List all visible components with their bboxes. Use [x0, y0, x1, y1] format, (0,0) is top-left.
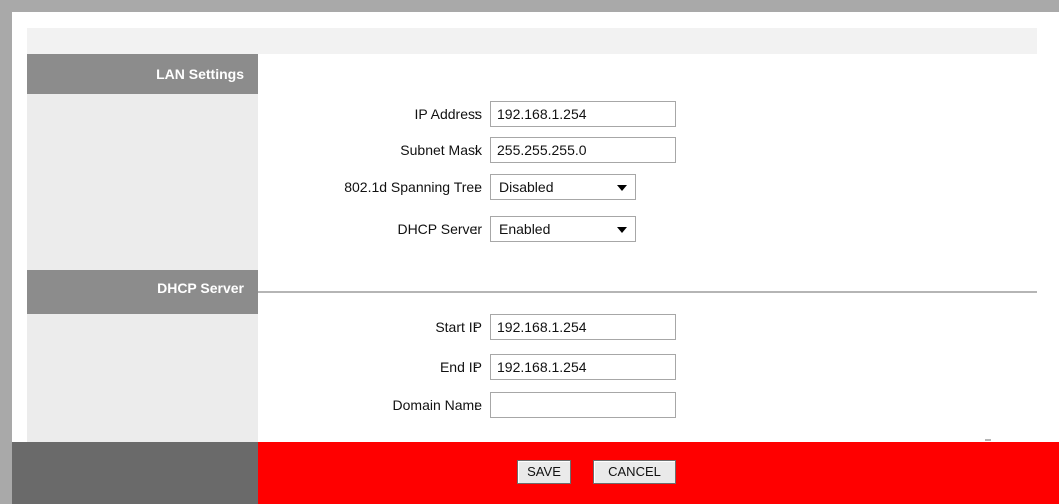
domain-name-row: Domain Name :: [258, 390, 1058, 420]
chevron-down-icon: [617, 185, 627, 191]
chevron-down-icon: [617, 227, 627, 233]
colon: :: [474, 221, 478, 237]
colon: :: [474, 142, 478, 158]
window-left-border: [0, 0, 12, 504]
start-ip-input[interactable]: [490, 314, 676, 340]
colon: :: [474, 319, 478, 335]
header-strip: [27, 28, 1037, 54]
dhcp-server-row: DHCP Server : Enabled: [258, 214, 1058, 244]
end-ip-input[interactable]: [490, 354, 676, 380]
domain-name-input[interactable]: [490, 392, 676, 418]
ip-address-label: IP Address: [414, 106, 482, 122]
subnet-mask-input[interactable]: [490, 137, 676, 163]
domain-name-label: Domain Name: [392, 397, 482, 413]
colon: :: [474, 179, 478, 195]
dhcp-server-label: DHCP Server: [397, 221, 482, 237]
section-divider: [258, 291, 1037, 293]
colon: :: [474, 106, 478, 122]
lan-settings-header: LAN Settings: [27, 54, 258, 94]
dhcp-server-header: DHCP Server: [27, 270, 258, 314]
colon: :: [474, 397, 478, 413]
dhcp-server-select[interactable]: Enabled: [490, 216, 636, 242]
subnet-mask-label: Subnet Mask: [400, 142, 482, 158]
start-ip-row: Start IP :: [258, 312, 1058, 342]
ip-address-input[interactable]: [490, 101, 676, 127]
dhcp-server-value: Enabled: [499, 221, 551, 237]
end-ip-row: End IP :: [258, 352, 1058, 382]
window-top-border: [0, 0, 1059, 12]
footer-left-panel: [12, 442, 258, 504]
spanning-tree-row: 802.1d Spanning Tree : Disabled: [258, 172, 1058, 202]
subnet-mask-row: Subnet Mask :: [258, 135, 1058, 165]
cancel-button[interactable]: CANCEL: [593, 460, 676, 484]
spanning-tree-select[interactable]: Disabled: [490, 174, 636, 200]
spanning-tree-value: Disabled: [499, 179, 554, 195]
spanning-tree-label: 802.1d Spanning Tree: [344, 179, 482, 195]
divider-tick: [985, 439, 991, 441]
save-button[interactable]: SAVE: [517, 460, 571, 484]
colon: :: [474, 359, 478, 375]
ip-address-row: IP Address :: [258, 99, 1058, 129]
